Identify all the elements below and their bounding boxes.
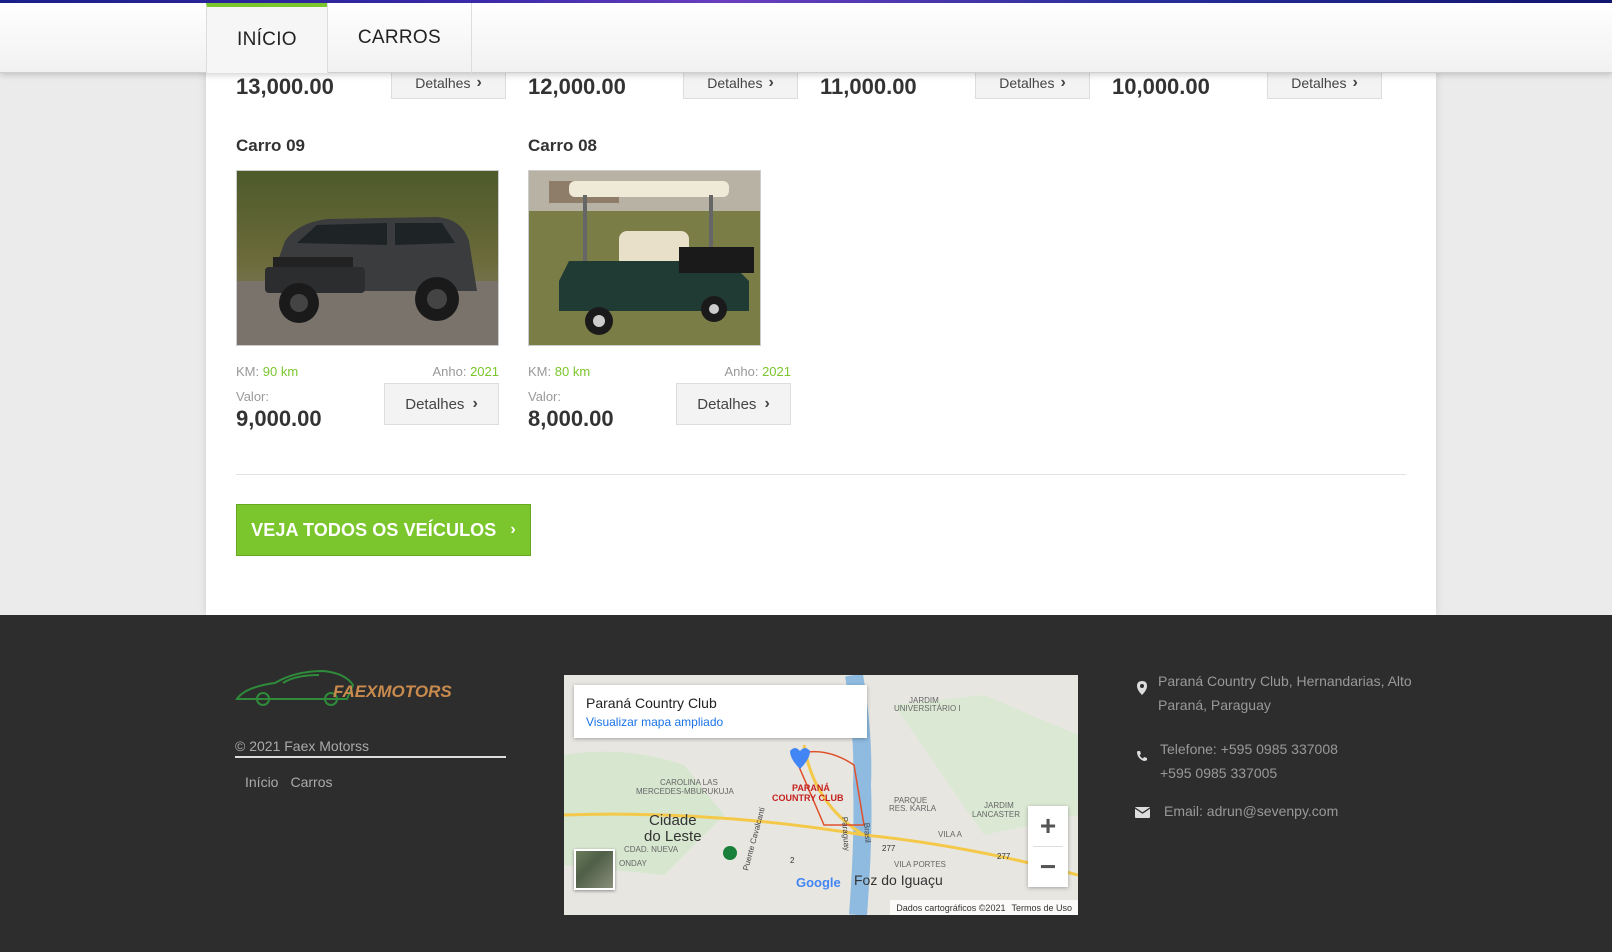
car-price-area: Valor: 9,000.00 Detalhes › <box>236 383 499 435</box>
phone-icon <box>1136 749 1148 765</box>
details-button[interactable]: Detalhes › <box>384 383 499 425</box>
svg-text:277: 277 <box>997 852 1011 861</box>
svg-text:CAROLINA LAS: CAROLINA LAS <box>660 778 718 787</box>
tab-inicio[interactable]: INÍCIO <box>206 3 327 73</box>
car-title[interactable]: Carro 09 <box>236 136 499 156</box>
footer-divider <box>235 756 506 758</box>
divider <box>236 474 1406 475</box>
footer-nav: Início Carros <box>245 774 332 790</box>
svg-text:Foz do Iguaçu: Foz do Iguaçu <box>854 872 943 888</box>
map-attribution: Dados cartográficos ©2021 Termos de Uso <box>890 900 1078 915</box>
svg-text:JARDIM: JARDIM <box>984 801 1014 810</box>
svg-text:PARANÁ: PARANÁ <box>792 783 830 793</box>
faexmotors-logo[interactable]: FAEXMOTORS <box>235 663 455 714</box>
details-button[interactable]: Detalhes › <box>676 383 791 425</box>
details-label: Detalhes <box>405 395 465 413</box>
details-label: Detalhes <box>707 75 763 91</box>
price: 10,000.00 <box>1112 74 1210 99</box>
svg-text:Brasil: Brasil <box>862 823 872 844</box>
year-info: Anho: 2021 <box>432 364 499 379</box>
chevron-right-icon: › <box>1060 74 1066 91</box>
car-image[interactable] <box>236 170 499 346</box>
contact-phone: Telefone: +595 0985 337008 +595 0985 337… <box>1160 741 1338 781</box>
svg-text:do Leste: do Leste <box>644 828 702 845</box>
car-card: Carro 08 KM: 80 km Anho: 2021 Valor: 8,0… <box>528 136 791 435</box>
details-label: Detalhes <box>999 75 1055 91</box>
listing-content: 13,000.00 Detalhes › 12,000.00 Detalhes … <box>206 0 1436 615</box>
cta-label: VEJA TODOS OS VEÍCULOS <box>251 519 497 540</box>
footer-link-carros[interactable]: Carros <box>290 774 332 790</box>
logo-text: FAEXMOTORS <box>333 682 452 701</box>
details-label: Detalhes <box>1291 75 1347 91</box>
svg-text:277: 277 <box>882 844 896 853</box>
map-info-card: Paraná Country Club Visualizar mapa ampl… <box>574 685 867 738</box>
chevron-right-icon: › <box>476 74 482 91</box>
svg-text:MERCEDES-MBURUKUJA: MERCEDES-MBURUKUJA <box>636 787 734 796</box>
car-card: Carro 09 KM: 90 km Anho: 2021 Valor: 9,0… <box>236 136 499 435</box>
view-all-vehicles-button[interactable]: VEJA TODOS OS VEÍCULOS › <box>236 504 531 556</box>
car-price-area: Valor: 8,000.00 Detalhes › <box>528 383 791 435</box>
km-info: KM: 80 km <box>528 364 591 379</box>
svg-text:UNIVERSITÁRIO I: UNIVERSITÁRIO I <box>894 704 961 713</box>
top-gradient-strip <box>0 0 1612 3</box>
map-zoom-controls: + − <box>1028 806 1068 887</box>
car-meta: KM: 90 km Anho: 2021 <box>236 364 499 379</box>
svg-text:CDAD. NUEVA: CDAD. NUEVA <box>624 845 679 854</box>
svg-text:VILA PORTES: VILA PORTES <box>894 860 946 869</box>
details-label: Detalhes <box>415 75 471 91</box>
main-nav: INÍCIO CARROS <box>206 3 472 73</box>
map-place-name: Paraná Country Club <box>586 695 717 711</box>
chevron-right-icon: › <box>768 74 774 91</box>
price: 13,000.00 <box>236 74 334 99</box>
view-larger-map-link[interactable]: Visualizar mapa ampliado <box>586 715 855 729</box>
map-terms-link[interactable]: Termos de Uso <box>1011 903 1072 913</box>
svg-text:2: 2 <box>790 856 795 865</box>
map-pin-icon <box>1136 681 1148 698</box>
details-label: Detalhes <box>697 395 757 413</box>
contact-address: Paraná Country Club, Hernandarias, Alto … <box>1158 673 1412 713</box>
zoom-out-button[interactable]: − <box>1028 847 1068 887</box>
tab-carros[interactable]: CARROS <box>326 3 472 73</box>
header: INÍCIO CARROS <box>0 3 1612 73</box>
email-icon <box>1134 805 1151 821</box>
km-info: KM: 90 km <box>236 364 299 379</box>
footer-link-inicio[interactable]: Início <box>245 774 278 790</box>
price: 12,000.00 <box>528 74 626 99</box>
car-image[interactable] <box>528 170 761 346</box>
copyright: © 2021 Faex Motorss <box>235 738 370 754</box>
chevron-right-icon: › <box>1352 74 1358 91</box>
svg-text:COUNTRY CLUB: COUNTRY CLUB <box>772 793 844 803</box>
chevron-right-icon: › <box>764 395 770 412</box>
zoom-in-button[interactable]: + <box>1028 806 1068 846</box>
svg-text:RES. KARLA: RES. KARLA <box>889 804 937 813</box>
price: 11,000.00 <box>820 74 917 99</box>
car-title[interactable]: Carro 08 <box>528 136 791 156</box>
footer: FAEXMOTORS © 2021 Faex Motorss Início Ca… <box>0 615 1612 952</box>
satellite-toggle[interactable] <box>574 849 615 890</box>
svg-text:VILA A: VILA A <box>938 830 963 839</box>
svg-text:LANCASTER: LANCASTER <box>972 810 1020 819</box>
contact-email[interactable]: Email: adrun@sevenpy.com <box>1164 799 1338 823</box>
chevron-right-icon: › <box>510 521 516 538</box>
svg-text:Cidade: Cidade <box>649 812 697 829</box>
google-logo: Google <box>796 875 841 890</box>
svg-text:ONDAY: ONDAY <box>619 859 648 868</box>
chevron-right-icon: › <box>472 395 478 412</box>
year-info: Anho: 2021 <box>724 364 791 379</box>
map-data-credit: Dados cartográficos ©2021 <box>896 902 1006 913</box>
map-embed[interactable]: Cidade do Leste Foz do Iguaçu PARANÁ COU… <box>564 675 1078 915</box>
car-meta: KM: 80 km Anho: 2021 <box>528 364 791 379</box>
